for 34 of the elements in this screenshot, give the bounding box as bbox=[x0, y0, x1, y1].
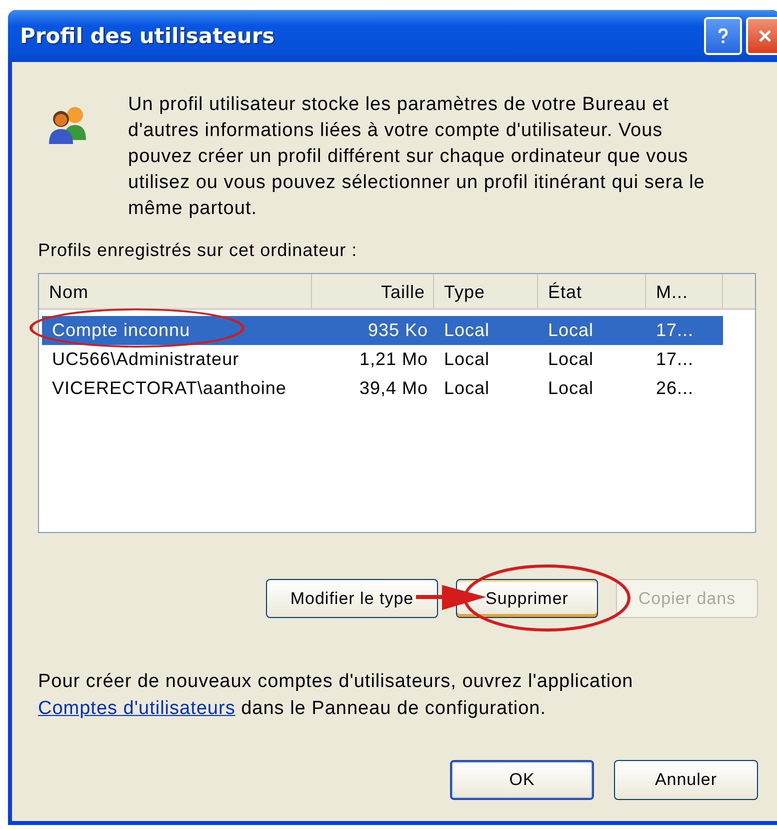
table-row[interactable]: VICERECTORAT\aanthoine 39,4 Mo Local Local 26... bbox=[42, 374, 723, 403]
table-cell-text: 26... bbox=[655, 378, 695, 399]
user-accounts-link[interactable]: Comptes d'utilisateurs bbox=[38, 698, 236, 719]
table-cell-text: 39,4 Mo bbox=[358, 378, 429, 399]
table-cell-text: Local bbox=[547, 320, 595, 341]
table-cell-text: 1,21 Mo bbox=[358, 349, 429, 370]
table-row[interactable]: UC566\Administrateur 1,21 Mo Local Local 17... bbox=[42, 345, 723, 374]
table-cell-text: Local bbox=[443, 349, 491, 370]
description-text: Un profil utilisateur stocke les paramètres de votre Bureau et d'autres informations liées à votre compte d'utilisateur. Vous pouvez créer un profil différent sur chaque ordinateur que vous utilisez ou vous pouvez sélectionner un profil itinérant qui sera le même partout. bbox=[128, 93, 706, 221]
column-header[interactable]: Taille bbox=[312, 274, 434, 308]
table-cell-text: Compte inconnu bbox=[51, 320, 192, 341]
column-header[interactable]: Type bbox=[434, 274, 538, 308]
table-cell-text: VICERECTORAT\aanthoine bbox=[51, 378, 288, 399]
table-cell-text: 17... bbox=[655, 320, 695, 341]
dialog-button[interactable]: OK bbox=[450, 760, 594, 800]
close-button[interactable] bbox=[746, 17, 777, 55]
dialog-button[interactable]: Annuler bbox=[614, 760, 758, 800]
list-label: Profils enregistrés sur cet ordinateur : bbox=[38, 240, 358, 261]
help-button[interactable] bbox=[704, 17, 742, 55]
column-header[interactable]: Nom bbox=[39, 274, 312, 308]
action-button[interactable]: Modifier le type bbox=[266, 579, 438, 618]
table-cell-text: UC566\Administrateur bbox=[51, 349, 240, 370]
action-button[interactable]: Supprimer bbox=[456, 579, 598, 618]
table-cell-text: 17... bbox=[655, 349, 695, 370]
column-header[interactable]: État bbox=[538, 274, 646, 308]
table-cell-text: Local bbox=[443, 378, 491, 399]
column-header[interactable]: M... bbox=[646, 274, 723, 308]
table-cell-text: 935 Ko bbox=[366, 320, 429, 341]
table-row[interactable]: Compte inconnu 935 Ko Local Local 17... bbox=[42, 316, 723, 345]
table-cell-text: Local bbox=[547, 378, 595, 399]
table-cell-text: Local bbox=[443, 320, 491, 341]
window-title: Profil des utilisateurs bbox=[20, 24, 275, 48]
footer-text: Pour créer de nouveaux comptes d'utilisateurs, ouvrez l'application Comptes d'utilisateurs dans le Panneau de configuration. bbox=[38, 670, 634, 721]
table-cell-text: Local bbox=[547, 349, 595, 370]
